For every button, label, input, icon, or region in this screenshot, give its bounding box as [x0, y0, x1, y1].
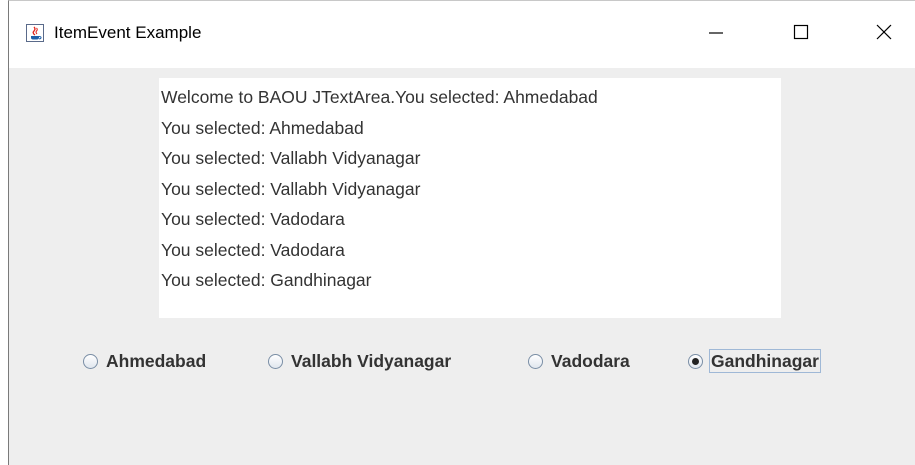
radio-circle[interactable] [688, 353, 703, 369]
radio-gandhinagar[interactable]: Gandhinagar [688, 348, 821, 374]
maximize-icon [791, 22, 811, 47]
java-cup-icon [26, 24, 44, 42]
window-title: ItemEvent Example [54, 23, 202, 42]
minimize-button[interactable] [686, 1, 746, 68]
radio-vallabh-vidyanagar[interactable]: Vallabh Vidyanagar [268, 348, 453, 374]
radio-label[interactable]: Ahmedabad [104, 349, 208, 373]
text-area[interactable]: Welcome to BAOU JTextArea.You selected: … [159, 78, 781, 318]
radio-label[interactable]: Vadodara [549, 349, 632, 373]
radio-selected-dot [692, 357, 699, 365]
close-icon [874, 22, 894, 47]
title-bar[interactable]: ItemEvent Example [9, 1, 915, 68]
text-line: You selected: Gandhinagar [161, 270, 372, 290]
text-line: Welcome to BAOU JTextArea.You selected: … [161, 87, 598, 107]
radio-ahmedabad[interactable]: Ahmedabad [83, 348, 208, 374]
minimize-icon [706, 22, 726, 47]
text-line: You selected: Vallabh Vidyanagar [161, 148, 421, 168]
app-window: ItemEvent Example Welcome to BAOU JTextA… [8, 0, 915, 465]
text-line: You selected: Ahmedabad [161, 117, 364, 138]
radio-circle[interactable] [268, 353, 283, 369]
radio-group: Ahmedabad Vallabh Vidyanagar Vadodara Ga… [9, 348, 915, 374]
radio-label[interactable]: Vallabh Vidyanagar [289, 349, 453, 373]
radio-circle[interactable] [528, 353, 543, 369]
maximize-button[interactable] [771, 1, 831, 68]
close-button[interactable] [854, 1, 914, 68]
radio-label[interactable]: Gandhinagar [709, 349, 821, 373]
text-line: You selected: Vadodara [161, 209, 345, 229]
radio-circle[interactable] [83, 353, 98, 369]
text-line: You selected: Vadodara [161, 239, 345, 260]
radio-vadodara[interactable]: Vadodara [528, 348, 632, 374]
text-line: You selected: Vallabh Vidyanagar [161, 178, 421, 199]
